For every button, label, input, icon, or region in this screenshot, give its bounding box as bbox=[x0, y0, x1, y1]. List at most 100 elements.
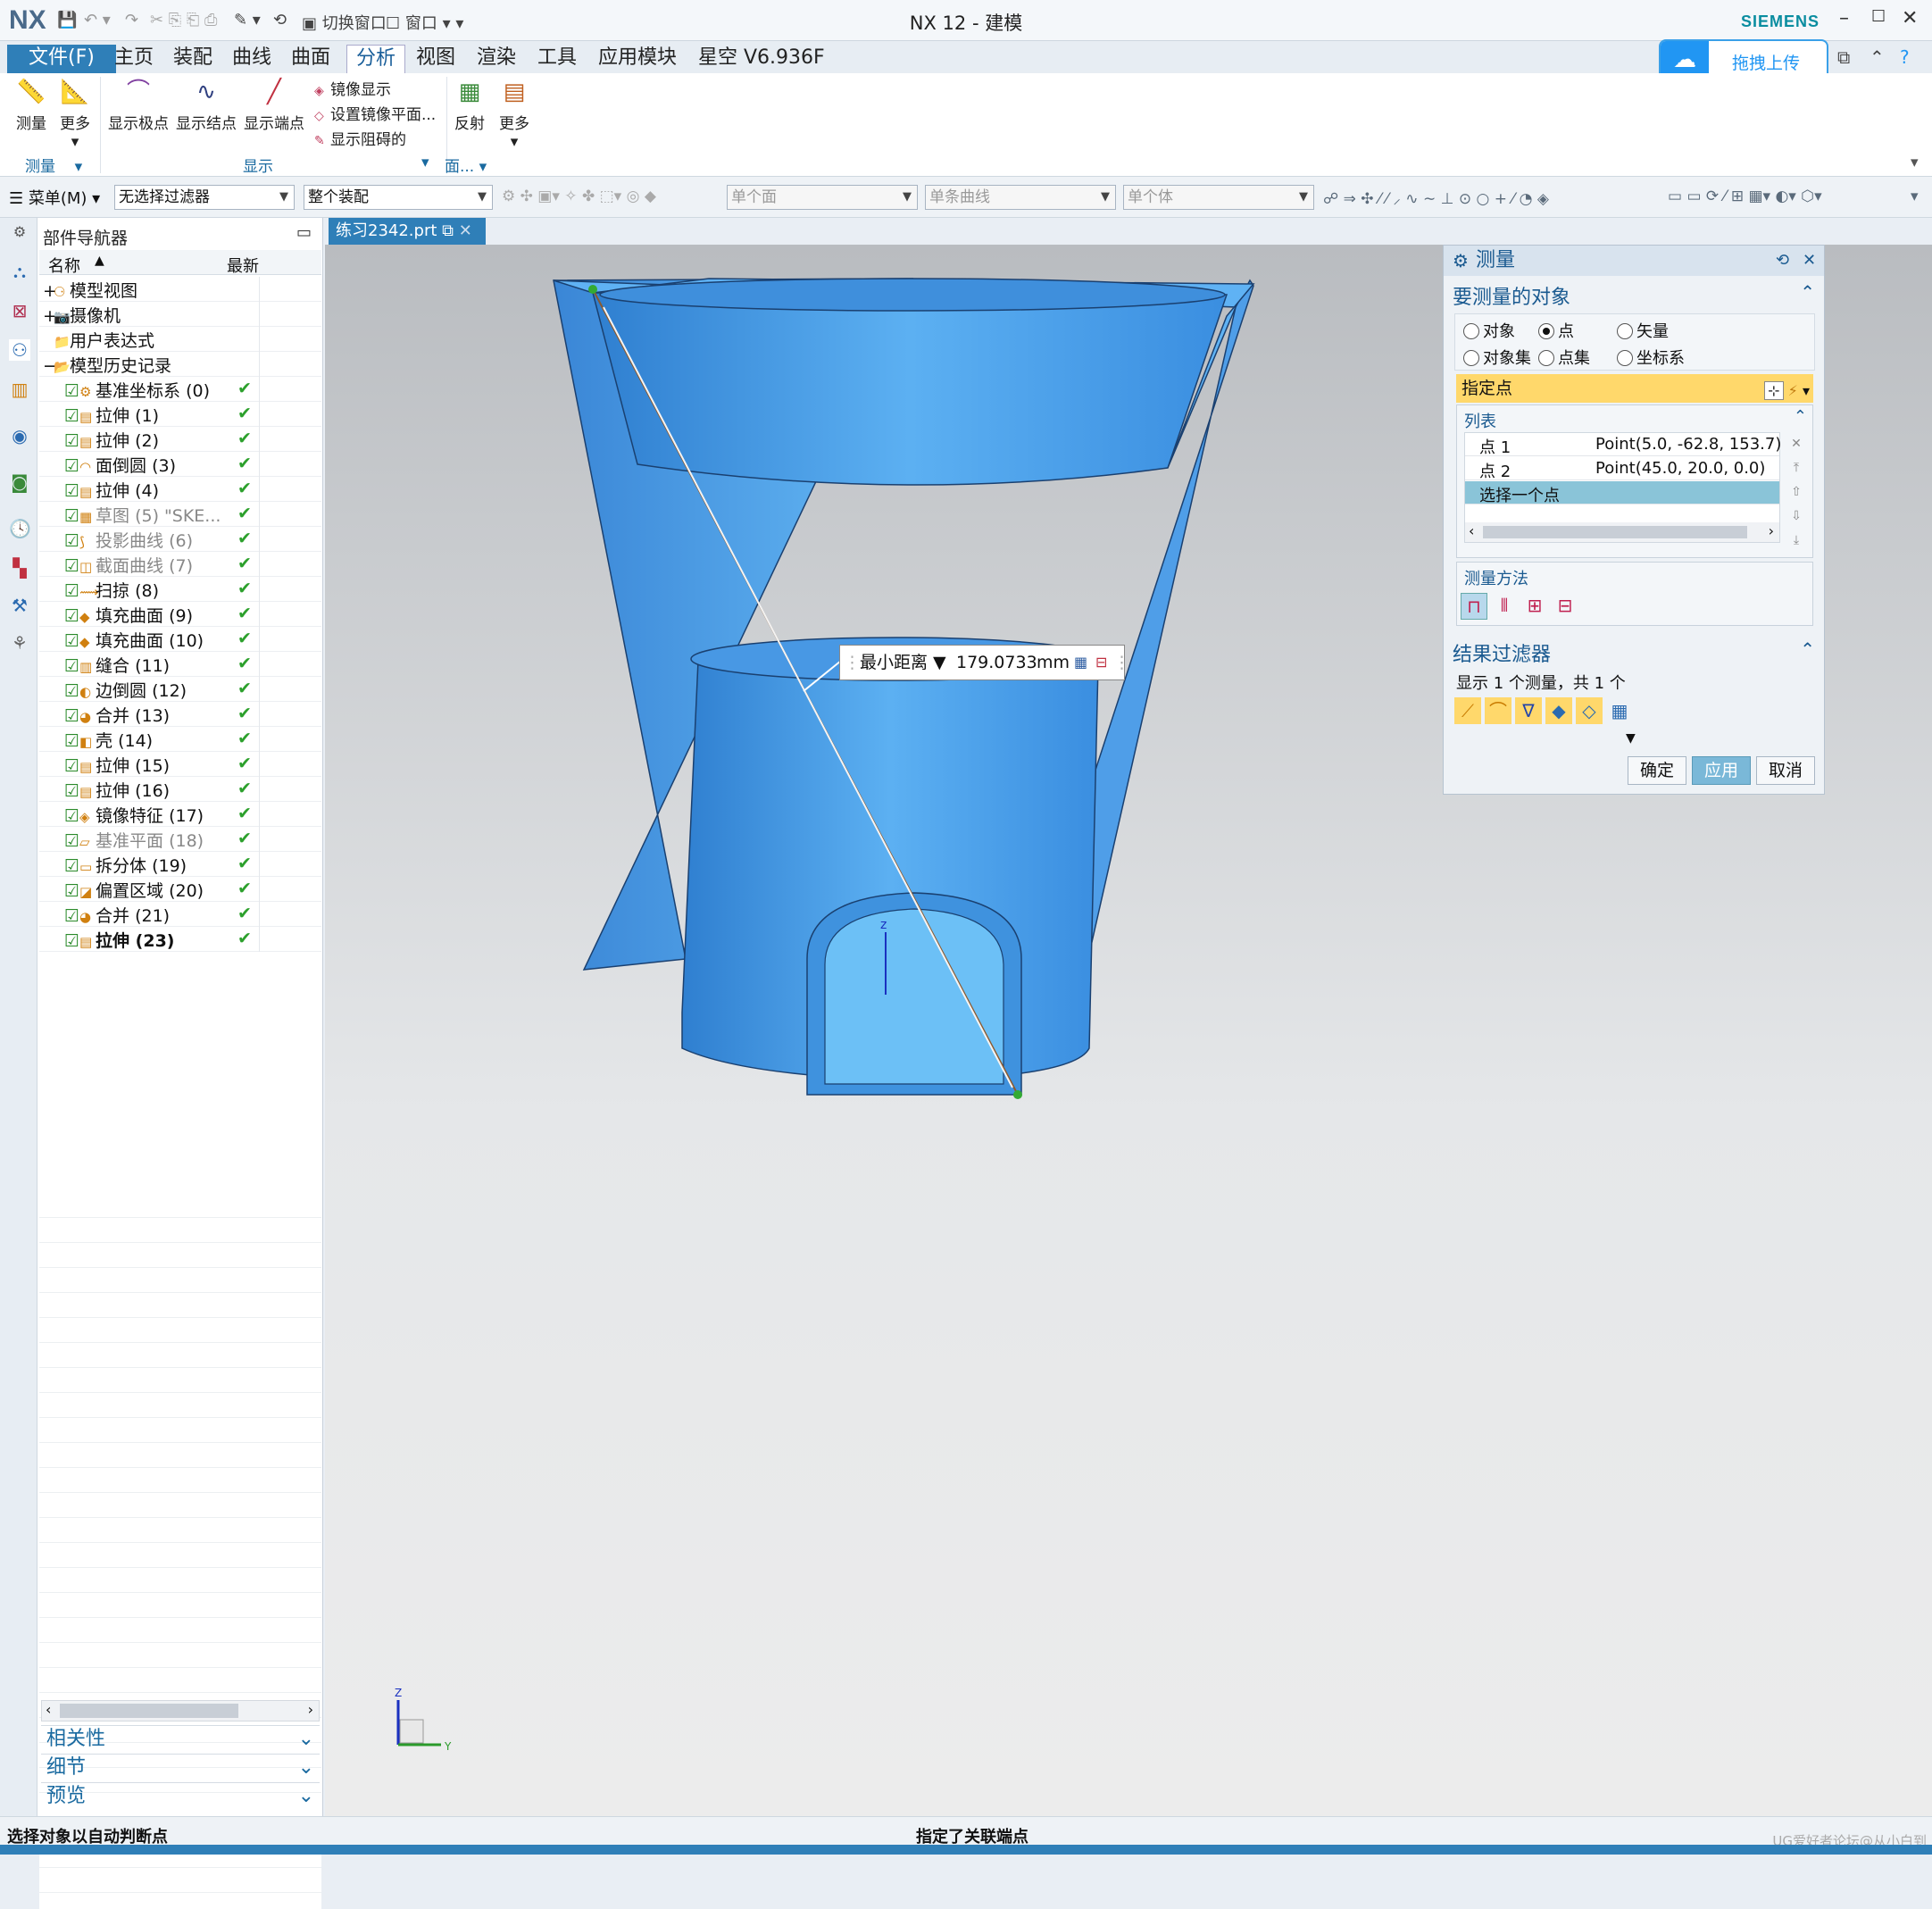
snap-point-icon[interactable]: ⚡ bbox=[1788, 382, 1798, 399]
list-item-selected[interactable]: 选择一个点 bbox=[1465, 481, 1779, 505]
tree-node[interactable]: ☑◪ 偏置区域 (20) ✔ bbox=[39, 877, 321, 902]
tree-node[interactable]: ☑▤ 拉伸 (23) ✔ bbox=[39, 927, 321, 952]
minimize-button[interactable]: – bbox=[1839, 7, 1849, 29]
radio-object[interactable]: 对象 bbox=[1463, 319, 1515, 342]
checkbox-icon[interactable]: ☑ bbox=[64, 556, 79, 576]
radio-vector[interactable]: 矢量 bbox=[1617, 319, 1669, 342]
tree-node[interactable]: ☑▱ 基准平面 (18) ✔ bbox=[39, 827, 321, 852]
tree-node[interactable]: ☑▥ 缝合 (11) ✔ bbox=[39, 652, 321, 677]
expand-toggle-icon[interactable]: + bbox=[43, 306, 57, 326]
tree-node[interactable]: ☑▤ 拉伸 (1) ✔ bbox=[39, 402, 321, 427]
scroll-left-icon[interactable]: ‹ bbox=[46, 1701, 51, 1718]
tree-node[interactable]: +⚆ 模型视图 bbox=[39, 277, 321, 302]
move-top-icon[interactable]: ⤒ bbox=[1786, 456, 1807, 480]
snap-point-icons[interactable]: ☍ ⇒ ✣ ⁄ ⁄ ⸝ ∿ ∼ ⊥ ⊙ ○ + ⁄ ◔ ◈ bbox=[1323, 188, 1549, 208]
view-tools-icons[interactable]: ▭ ▭ ⟳ ⁄ ⊞ ▦▾ ◐▾ ⬡▾ bbox=[1668, 188, 1822, 205]
info-window-icon[interactable]: ▦ bbox=[1074, 646, 1087, 679]
list-item[interactable]: 点 1 Point(5.0, -62.8, 153.7) bbox=[1465, 433, 1781, 457]
move-up-icon[interactable]: ⇧ bbox=[1786, 480, 1807, 504]
checkbox-icon[interactable]: ☑ bbox=[64, 806, 79, 826]
settings-icon[interactable]: ⚙ bbox=[9, 221, 30, 243]
show-ends-button[interactable]: ╱ 显示端点 bbox=[243, 77, 305, 133]
ok-button[interactable]: 确定 bbox=[1628, 756, 1686, 785]
scroll-right-icon[interactable]: › bbox=[1769, 522, 1774, 539]
close-dialog-icon[interactable]: ✕ bbox=[1803, 246, 1816, 276]
show-knots-button[interactable]: ∿ 显示结点 bbox=[175, 77, 237, 133]
checkbox-icon[interactable]: ☑ bbox=[64, 881, 79, 901]
history-icon[interactable]: 🕓 bbox=[9, 518, 31, 539]
face-rule-select[interactable]: 单个面 ▼ bbox=[727, 185, 918, 210]
help-icon[interactable]: ? bbox=[1900, 46, 1910, 68]
scroll-thumb[interactable] bbox=[1483, 526, 1747, 538]
checkbox-icon[interactable]: ☑ bbox=[64, 731, 79, 751]
checkbox-icon[interactable]: ☑ bbox=[64, 431, 79, 451]
door-opening[interactable] bbox=[824, 908, 1004, 1085]
column-name-header[interactable]: 名称 bbox=[48, 254, 80, 277]
tab-curve[interactable]: 曲线 bbox=[223, 45, 280, 73]
toolbar-options-caret[interactable]: ▾ bbox=[1911, 188, 1919, 205]
set-mirror-plane-button[interactable]: ◇ 设置镜像平面... bbox=[314, 102, 436, 124]
mirror-display-button[interactable]: ◈ 镜像显示 bbox=[314, 77, 391, 99]
tab-file[interactable]: 文件(F) bbox=[7, 45, 116, 73]
checkbox-icon[interactable]: ☑ bbox=[64, 756, 79, 776]
tree-node[interactable]: ☑◧ 壳 (14) ✔ bbox=[39, 727, 321, 752]
collapse-icon[interactable]: ⌃ bbox=[1800, 281, 1815, 303]
radio-point-set[interactable]: 点集 bbox=[1538, 346, 1590, 369]
drag-handle-icon[interactable]: ⋮ bbox=[844, 646, 861, 679]
point-dialog-buttons[interactable]: ⊹ ⚡ ▾ bbox=[1764, 377, 1810, 405]
tab-application[interactable]: 应用模块 bbox=[589, 45, 686, 73]
point-1-marker[interactable] bbox=[588, 285, 597, 294]
reset-icon[interactable]: ⟲ bbox=[1776, 246, 1789, 276]
maximize-button[interactable]: ☐ bbox=[1871, 7, 1886, 26]
section-dependencies[interactable]: 相关性 ⌄ bbox=[41, 1725, 320, 1752]
document-tab[interactable]: 练习2342.prt ⧉ ✕ bbox=[329, 218, 486, 245]
checkbox-icon[interactable]: ☑ bbox=[64, 581, 79, 601]
tree-node[interactable]: ☑◠ 面倒圆 (3) ✔ bbox=[39, 452, 321, 477]
hd3d-icon[interactable]: ◉ bbox=[9, 425, 30, 446]
scroll-right-icon[interactable]: › bbox=[308, 1701, 313, 1718]
area-filter-icon[interactable]: ◆ bbox=[1545, 697, 1572, 724]
web-browser-icon[interactable]: ◙ bbox=[9, 471, 30, 493]
drag-handle-icon[interactable]: ⋮ bbox=[1113, 646, 1130, 679]
checkbox-icon[interactable]: ☑ bbox=[64, 531, 79, 551]
checkbox-icon[interactable]: ☑ bbox=[64, 706, 79, 726]
assembly-scope-select[interactable]: 整个装配 ▼ bbox=[304, 185, 493, 210]
length-method-icon[interactable]: ⊟ bbox=[1552, 593, 1578, 620]
move-down-icon[interactable]: ⇩ bbox=[1786, 504, 1807, 529]
constraint-navigator-icon[interactable]: ⊠ bbox=[9, 300, 30, 321]
volume-filter-icon[interactable]: ◇ bbox=[1576, 697, 1603, 724]
distance-filter-icon[interactable]: ⟋ bbox=[1454, 697, 1481, 724]
tree-node[interactable]: ☑▦ 草图 (5) "SKE... ✔ bbox=[39, 502, 321, 527]
curve-rule-select[interactable]: 单条曲线 ▼ bbox=[925, 185, 1116, 210]
specify-point-field[interactable]: 指定点 ⊹ ⚡ ▾ bbox=[1456, 374, 1813, 403]
tree-node[interactable]: +📷摄像机 bbox=[39, 302, 321, 327]
assembly-navigator-icon[interactable]: ⛬ bbox=[9, 261, 30, 282]
tree-node[interactable]: ☑▤ 拉伸 (4) ✔ bbox=[39, 477, 321, 502]
close-button[interactable]: ✕ bbox=[1902, 7, 1918, 29]
tree-node[interactable]: ☑⚙ 基准坐标系 (0) ✔ bbox=[39, 377, 321, 402]
radio-point[interactable]: 点 bbox=[1538, 319, 1574, 342]
expand-toggle-icon[interactable] bbox=[43, 331, 54, 351]
tree-node[interactable]: ☑▤ 拉伸 (16) ✔ bbox=[39, 777, 321, 802]
section-filter-title[interactable]: 结果过滤器 bbox=[1453, 638, 1551, 667]
radio-csys[interactable]: 坐标系 bbox=[1617, 346, 1685, 369]
tree-node[interactable]: ☑◆ 填充曲面 (10) ✔ bbox=[39, 627, 321, 652]
ribbon-restore-icon[interactable]: ⧉ bbox=[1837, 46, 1850, 68]
navigator-horizontal-scrollbar[interactable]: ‹ › bbox=[41, 1700, 320, 1721]
roles-icon[interactable]: ⚘ bbox=[9, 632, 30, 654]
curve-filter-icon[interactable]: ∇ bbox=[1515, 697, 1542, 724]
tree-node[interactable]: ☑◈ 镜像特征 (17) ✔ bbox=[39, 802, 321, 827]
tab-xingkong[interactable]: 星空 V6.936F bbox=[689, 45, 834, 73]
maximize-panel-icon[interactable]: ▭ bbox=[296, 223, 312, 242]
column-latest-header[interactable]: 最新 bbox=[227, 254, 259, 277]
apply-button[interactable]: 应用 bbox=[1692, 756, 1751, 785]
section-objects-title[interactable]: 要测量的对象 bbox=[1453, 281, 1570, 310]
tab-render[interactable]: 渲染 bbox=[468, 45, 525, 73]
add-filter-icon[interactable]: ▦ bbox=[1606, 697, 1633, 724]
reuse-library-icon[interactable]: ▥ bbox=[9, 379, 30, 400]
tree-node[interactable]: ☑⟿扫掠 (8) ✔ bbox=[39, 577, 321, 602]
measure-button[interactable]: 📏 测量 bbox=[12, 77, 50, 133]
tree-node[interactable]: ☑▤ 拉伸 (15) ✔ bbox=[39, 752, 321, 777]
checkbox-icon[interactable]: ☑ bbox=[64, 906, 79, 926]
checkbox-icon[interactable]: ☑ bbox=[64, 456, 79, 476]
